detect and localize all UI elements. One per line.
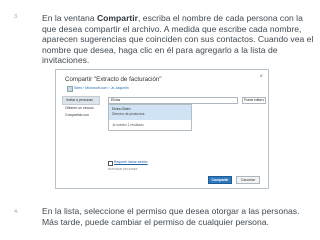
suggestion-name: Elvira Olden [112,107,131,111]
chevron-down-icon: ▾ [262,98,264,102]
step-3-text: En la ventana Compartir, escriba el nomb… [42,13,314,66]
step-3-prefix: En la ventana [42,13,97,23]
step-number: 4. [14,209,19,215]
permission-value: Puede editar [244,98,263,102]
share-dialog: Compartir "Extracto de facturación" × Si… [55,69,269,189]
folder-icon [67,86,73,92]
location-link[interactable]: Sites › Microsoft.com › Js Jaquelin [74,86,129,90]
require-signin-label[interactable]: Requerir iniciar sesión [114,160,148,164]
people-search-input[interactable]: Elvira [108,97,238,104]
permission-select[interactable]: Puede editar ▾ [242,97,266,104]
suggestion-list: Elvira Olden Director de productos Je nu… [108,104,192,131]
step-3-bold: Compartir [96,13,139,23]
show-options-link[interactable]: MOSTRAR OPCIONES [108,167,138,171]
nav-get-link[interactable]: Obtener un vínculo [62,105,100,112]
nav-shared-with[interactable]: Compartido con [62,112,100,119]
require-signin-checkbox[interactable] [108,161,113,166]
dialog-title: Compartir "Extracto de facturación" [65,76,162,83]
close-icon[interactable]: × [259,74,263,80]
nav-invite-people[interactable]: Invitar a personas [62,96,100,105]
cancel-button[interactable]: Cancelar [236,176,260,184]
share-button[interactable]: Compartir [208,176,232,184]
step-number: 3. [14,14,19,20]
suggestion-role: Director de productos [112,112,145,116]
share-nav: Invitar a personas Obtener un vínculo Co… [62,96,100,119]
suggestion-footer: Je nuestro 1 resultado [112,123,144,127]
step-4-text: En la lista, seleccione el permiso que d… [42,206,300,227]
